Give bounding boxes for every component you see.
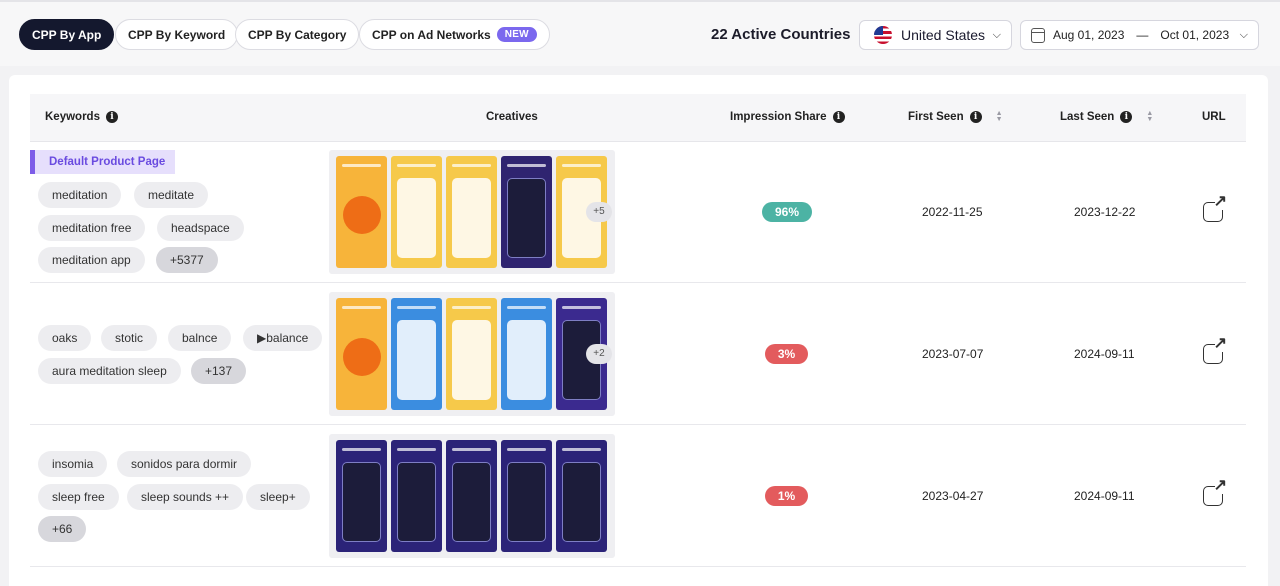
creatives-strip: +5 bbox=[329, 150, 615, 274]
keyword-chip[interactable]: insomia bbox=[38, 451, 108, 477]
table-header: Keywords i Creatives Impression Share i Fi… bbox=[30, 94, 1246, 142]
keyword-chip[interactable]: meditation app bbox=[38, 247, 145, 273]
creative-screenshot[interactable] bbox=[391, 156, 442, 268]
tab-cpp-by-category[interactable]: CPP By Category bbox=[235, 19, 360, 50]
tab-cpp-by-keyword[interactable]: CPP By Keyword bbox=[115, 19, 239, 50]
keyword-chip[interactable]: headspace bbox=[157, 215, 244, 241]
more-creatives-badge[interactable]: +5 bbox=[586, 202, 612, 222]
column-keywords: Keywords i bbox=[45, 111, 118, 123]
date-separator: — bbox=[1136, 28, 1149, 42]
creative-screenshot[interactable] bbox=[501, 440, 552, 552]
date-end: Oct 01, 2023 bbox=[1160, 28, 1230, 42]
keyword-chip[interactable]: aura meditation sleep bbox=[38, 358, 181, 384]
creative-screenshot[interactable] bbox=[391, 440, 442, 552]
creative-screenshot[interactable] bbox=[501, 156, 552, 268]
active-countries-label: 22 Active Countries bbox=[711, 26, 851, 43]
keyword-chip[interactable]: ▶balance bbox=[243, 325, 323, 351]
more-keywords-chip[interactable]: +66 bbox=[38, 516, 87, 542]
country-dropdown[interactable]: United States ⌵ bbox=[859, 20, 1012, 50]
top-toolbar: CPP By App CPP By Keyword CPP By Categor… bbox=[0, 0, 1280, 66]
info-icon[interactable]: i bbox=[105, 111, 118, 123]
chevron-down-icon: ⌵ bbox=[992, 28, 1001, 41]
keyword-chip[interactable]: oaks bbox=[38, 325, 92, 351]
cpp-table-card: Keywords i Creatives Impression Share i Fi… bbox=[9, 75, 1268, 586]
keyword-chip[interactable]: sleep free bbox=[38, 484, 119, 510]
country-value: United States bbox=[901, 27, 986, 43]
tab-cpp-by-app[interactable]: CPP By App bbox=[19, 19, 115, 50]
us-flag-icon bbox=[874, 26, 892, 44]
table-row: Default Product Page meditation meditate… bbox=[30, 142, 1246, 283]
more-keywords-chip[interactable]: +5377 bbox=[156, 247, 218, 273]
keyword-chip[interactable]: balnce bbox=[168, 325, 232, 351]
chevron-down-icon: ⌵ bbox=[1239, 28, 1248, 41]
creatives-strip bbox=[329, 434, 615, 558]
keyword-chip[interactable]: sleep+ bbox=[246, 484, 310, 510]
first-seen-date: 2023-04-27 bbox=[922, 489, 984, 503]
table-row: insomia sonidos para dormir sleep free s… bbox=[30, 426, 1246, 567]
more-keywords-chip[interactable]: +137 bbox=[191, 358, 247, 384]
first-seen-date: 2022-11-25 bbox=[922, 205, 983, 219]
keyword-chip[interactable]: sonidos para dormir bbox=[117, 451, 252, 477]
date-range-picker[interactable]: Aug 01, 2023 — Oct 01, 2023 ⌵ bbox=[1020, 20, 1259, 50]
new-badge: NEW bbox=[496, 27, 537, 42]
last-seen-date: 2024-09-11 bbox=[1074, 347, 1135, 361]
keyword-chip[interactable]: meditation free bbox=[38, 215, 146, 241]
info-icon[interactable]: i bbox=[832, 111, 845, 123]
creative-screenshot[interactable] bbox=[556, 440, 607, 552]
external-link-icon[interactable] bbox=[1203, 194, 1227, 222]
external-link-icon[interactable] bbox=[1203, 478, 1227, 506]
keyword-chip[interactable]: meditate bbox=[134, 182, 209, 208]
tab-cpp-on-ad-networks[interactable]: CPP on Ad Networks NEW bbox=[359, 19, 550, 50]
info-icon[interactable]: i bbox=[969, 111, 982, 123]
creatives-strip: +2 bbox=[329, 292, 615, 416]
first-seen-date: 2023-07-07 bbox=[922, 347, 984, 361]
column-last-seen[interactable]: Last Seen i ▲ ▼ bbox=[1060, 110, 1153, 123]
creative-screenshot[interactable] bbox=[446, 156, 497, 268]
keyword-chip[interactable]: sleep sounds ++ bbox=[127, 484, 244, 510]
date-start: Aug 01, 2023 bbox=[1053, 28, 1125, 42]
last-seen-date: 2024-09-11 bbox=[1074, 489, 1135, 503]
column-creatives: Creatives bbox=[486, 111, 538, 123]
creative-screenshot[interactable] bbox=[391, 298, 442, 410]
impression-share-pill: 96% bbox=[762, 202, 812, 222]
sort-icon[interactable]: ▲ ▼ bbox=[1146, 110, 1153, 123]
last-seen-date: 2023-12-22 bbox=[1074, 205, 1136, 219]
table-row: oaks stotic balnce ▶balance aura meditat… bbox=[30, 284, 1246, 425]
column-url: URL bbox=[1202, 111, 1226, 123]
more-creatives-badge[interactable]: +2 bbox=[586, 344, 612, 364]
keyword-chip[interactable]: meditation bbox=[38, 182, 122, 208]
default-product-page-badge: Default Product Page bbox=[30, 150, 176, 174]
creative-screenshot[interactable] bbox=[501, 298, 552, 410]
creative-screenshot[interactable] bbox=[336, 440, 387, 552]
calendar-icon bbox=[1031, 27, 1045, 43]
impression-share-pill: 1% bbox=[765, 486, 808, 506]
creative-screenshot[interactable] bbox=[336, 298, 387, 410]
column-impression-share: Impression Share i bbox=[730, 111, 845, 123]
creative-screenshot[interactable] bbox=[336, 156, 387, 268]
keyword-chip[interactable]: stotic bbox=[101, 325, 158, 351]
external-link-icon[interactable] bbox=[1203, 336, 1227, 364]
creative-screenshot[interactable] bbox=[446, 298, 497, 410]
info-icon[interactable]: i bbox=[1120, 111, 1133, 123]
creative-screenshot[interactable] bbox=[446, 440, 497, 552]
sort-icon[interactable]: ▲ ▼ bbox=[996, 110, 1003, 123]
column-first-seen[interactable]: First Seen i ▲ ▼ bbox=[908, 110, 1003, 123]
impression-share-pill: 3% bbox=[765, 344, 808, 364]
